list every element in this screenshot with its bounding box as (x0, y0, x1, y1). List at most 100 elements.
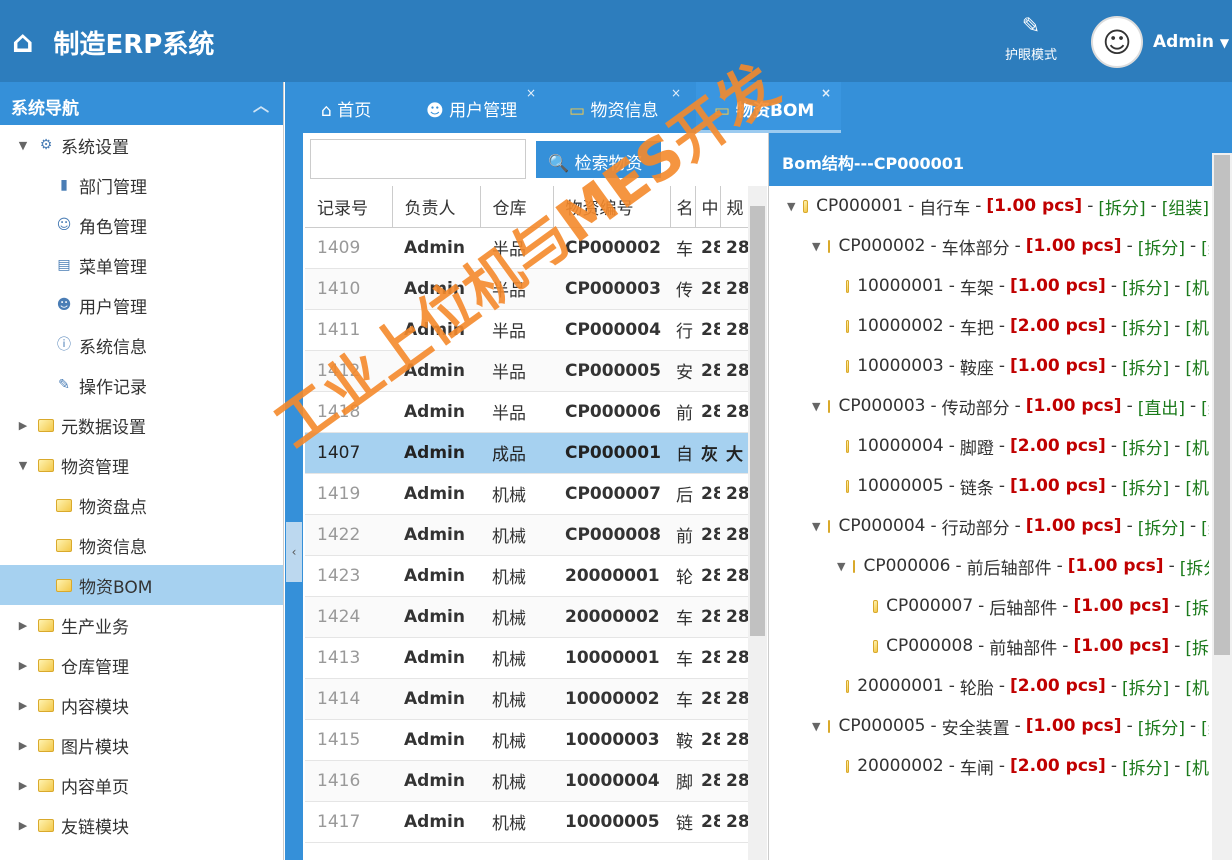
bom-tree-node[interactable]: 10000001- 车架 - [1.00 pcs] - [拆分] - [机 (769, 266, 1209, 306)
tab-1[interactable]: ☻ 用户管理 × (408, 82, 546, 133)
avatar[interactable]: ☺ (1091, 16, 1143, 68)
sidebar-item[interactable]: ▶ 生产业务 (0, 605, 283, 645)
table-row[interactable]: 1415Admin机械10000003鞍2828 (305, 719, 748, 761)
sidebar-item[interactable]: 物资BOM (0, 565, 283, 605)
node-tag: [机 (1185, 438, 1209, 459)
caret-down-icon[interactable]: ▼ (812, 720, 820, 733)
sidebar-item[interactable]: ☻ 用户管理 (0, 285, 283, 325)
table-row[interactable]: 1424Admin机械20000002车2828 (305, 596, 748, 638)
sidebar-item[interactable]: 物资盘点 (0, 485, 283, 525)
table-row[interactable]: 1423Admin机械20000001轮2828 (305, 555, 748, 597)
app-logo[interactable]: ⌂ 制造ERP系统 (12, 24, 214, 61)
caret-right-icon[interactable]: ▶ (16, 779, 30, 792)
sidebar-item[interactable]: ▶ 内容模块 (0, 685, 283, 725)
column-header[interactable]: 中 (695, 186, 721, 228)
table-row[interactable]: 1419Admin机械CP000007后2828 (305, 473, 748, 515)
bom-tree-node[interactable]: ▼CP000002-车体部分-[1.00 pcs]-[拆分]-[组 (769, 226, 1209, 266)
sidebar-item[interactable]: ▶ 内容单页 (0, 765, 283, 805)
close-icon[interactable]: × (671, 86, 681, 100)
bom-tree-node[interactable]: 10000002- 车把 - [2.00 pcs] - [拆分] - [机 (769, 306, 1209, 346)
table-row[interactable]: 1411Admin半品CP000004行2828 (305, 309, 748, 351)
close-icon[interactable]: × (526, 86, 536, 100)
sidebar-item[interactable]: ▶ 仓库管理 (0, 645, 283, 685)
table-cell: Admin (392, 760, 480, 802)
tab-label: 用户管理 (449, 101, 518, 121)
table-cell: 脚 (670, 760, 695, 802)
caret-down-icon[interactable]: ▼ (16, 139, 30, 152)
sidebar-item[interactable]: ▼ ⚙ 系统设置 (0, 125, 283, 165)
table-cell: CP000006 (553, 391, 670, 433)
table-row[interactable]: 1422Admin机械CP000008前2828 (305, 514, 748, 556)
sidebar-item[interactable]: 物资信息 (0, 525, 283, 565)
sidebar-item[interactable]: ▤ 菜单管理 (0, 245, 283, 285)
caret-down-icon[interactable]: ▼ (837, 560, 845, 573)
caret-right-icon[interactable]: ▶ (16, 819, 30, 832)
table-row[interactable]: 1409Admin半品CP000002车2828 (305, 227, 748, 269)
caret-right-icon[interactable]: ▶ (16, 699, 30, 712)
bom-tree-node[interactable]: 10000003- 鞍座 - [1.00 pcs] - [拆分] - [机 (769, 346, 1209, 386)
splitter[interactable]: ‹ (285, 82, 303, 860)
bom-tree-node[interactable]: CP000007- 后轴部件 - [1.00 pcs] - [拆 (769, 586, 1209, 626)
table-cell: 轮 (670, 555, 695, 597)
column-header[interactable]: 仓库 (480, 186, 554, 228)
tab-2[interactable]: ▭ 物资信息 × (551, 82, 691, 133)
node-qty: [1.00 pcs] (1025, 516, 1122, 536)
sidebar-item[interactable]: ▼ 物资管理 (0, 445, 283, 485)
bom-tree-node[interactable]: 20000001- 轮胎 - [2.00 pcs] - [拆分] - [机 (769, 666, 1209, 706)
sidebar-item[interactable]: ▶ 元数据设置 (0, 405, 283, 445)
eye-mode-button[interactable]: ✎ 护眼模式 (995, 14, 1067, 63)
sidebar-item[interactable]: ⓘ 系统信息 (0, 325, 283, 365)
table-row[interactable]: 1410Admin半品CP000003传2828 (305, 268, 748, 310)
bom-tree-node[interactable]: ▼CP000004-行动部分-[1.00 pcs]-[拆分]-[组 (769, 506, 1209, 546)
table-row[interactable]: 1416Admin机械10000004脚2828 (305, 760, 748, 802)
bom-tree-node[interactable]: 20000002- 车闸 - [2.00 pcs] - [拆分] - [机 (769, 746, 1209, 786)
table-row[interactable]: 1417Admin机械10000005链2828 (305, 801, 748, 843)
caret-down-icon[interactable]: ▼ (16, 459, 30, 472)
sidebar-item[interactable]: ▶ 图片模块 (0, 725, 283, 765)
caret-right-icon[interactable]: ▶ (16, 419, 30, 432)
table-row[interactable]: 1413Admin机械10000001车2828 (305, 637, 748, 679)
collapse-sidebar-handle[interactable]: ‹ (286, 522, 302, 582)
caret-down-icon[interactable]: ▼ (812, 240, 820, 253)
close-icon[interactable]: × (821, 86, 831, 100)
caret-down-icon[interactable]: ▼ (812, 400, 820, 413)
separator: - (1062, 636, 1069, 656)
column-header[interactable]: 规 (720, 186, 749, 228)
scrollbar-thumb[interactable] (750, 206, 765, 636)
table-row[interactable]: 1407 Admin 成品 CP000001 自灰大 (305, 432, 748, 474)
caret-right-icon[interactable]: ▶ (16, 739, 30, 752)
caret-right-icon[interactable]: ▶ (16, 659, 30, 672)
table-row[interactable]: 1414Admin机械10000002车2828 (305, 678, 748, 720)
collapse-icon[interactable]: ︿ (253, 92, 269, 116)
separator: - (955, 556, 962, 576)
caret-right-icon[interactable]: ▶ (16, 619, 30, 632)
sidebar-item[interactable]: ▶ 友链模块 (0, 805, 283, 845)
search-input[interactable] (310, 139, 526, 179)
caret-down-icon[interactable]: ▼ (812, 520, 820, 533)
sidebar-item[interactable]: ☺ 角色管理 (0, 205, 283, 245)
caret-down-icon[interactable]: ▼ (787, 200, 795, 213)
user-menu[interactable]: Admin ▼ (1153, 32, 1229, 52)
bom-tree-node[interactable]: ▼CP000003-传动部分-[1.00 pcs]-[直出]-[组 (769, 386, 1209, 426)
table-row[interactable]: 1418Admin半品CP000006前2828 (305, 391, 748, 433)
sidebar-item[interactable]: ✎ 操作记录 (0, 365, 283, 405)
bom-scrollbar[interactable] (1212, 153, 1232, 860)
bom-tree-node[interactable]: CP000008- 前轴部件 - [1.00 pcs] - [拆 (769, 626, 1209, 666)
tab-3[interactable]: ▭ 物资BOM × (696, 82, 841, 133)
table-row[interactable]: 1412Admin半品CP000005安2828 (305, 350, 748, 392)
search-button[interactable]: 🔍 检索物资 (536, 141, 661, 178)
table-scrollbar[interactable] (748, 186, 767, 860)
bom-tree-node[interactable]: 10000004- 脚蹬 - [2.00 pcs] - [拆分] - [机 (769, 426, 1209, 466)
tab-0[interactable]: ⌂ 首页 (303, 82, 403, 133)
column-header[interactable]: 负责人 (392, 186, 481, 228)
bom-tree-node[interactable]: ▼ CP000001- 自行车 - [1.00 pcs] - [拆分] - [组装] (769, 186, 1209, 226)
column-header[interactable]: 物资编号 (553, 186, 671, 228)
column-header[interactable]: 名 (670, 186, 696, 228)
bom-tree-node[interactable]: 10000005- 链条 - [1.00 pcs] - [拆分] - [机 (769, 466, 1209, 506)
scrollbar-thumb[interactable] (1214, 155, 1230, 655)
separator: - (1014, 396, 1021, 416)
bom-tree-node[interactable]: ▼CP000005-安全装置-[1.00 pcs]-[拆分]-[组 (769, 706, 1209, 746)
sidebar-item[interactable]: ▮ 部门管理 (0, 165, 283, 205)
bom-tree-node[interactable]: ▼CP000006-前后轴部件-[1.00 pcs]-[拆分] (769, 546, 1209, 586)
column-header[interactable]: 记录号 (305, 186, 393, 228)
